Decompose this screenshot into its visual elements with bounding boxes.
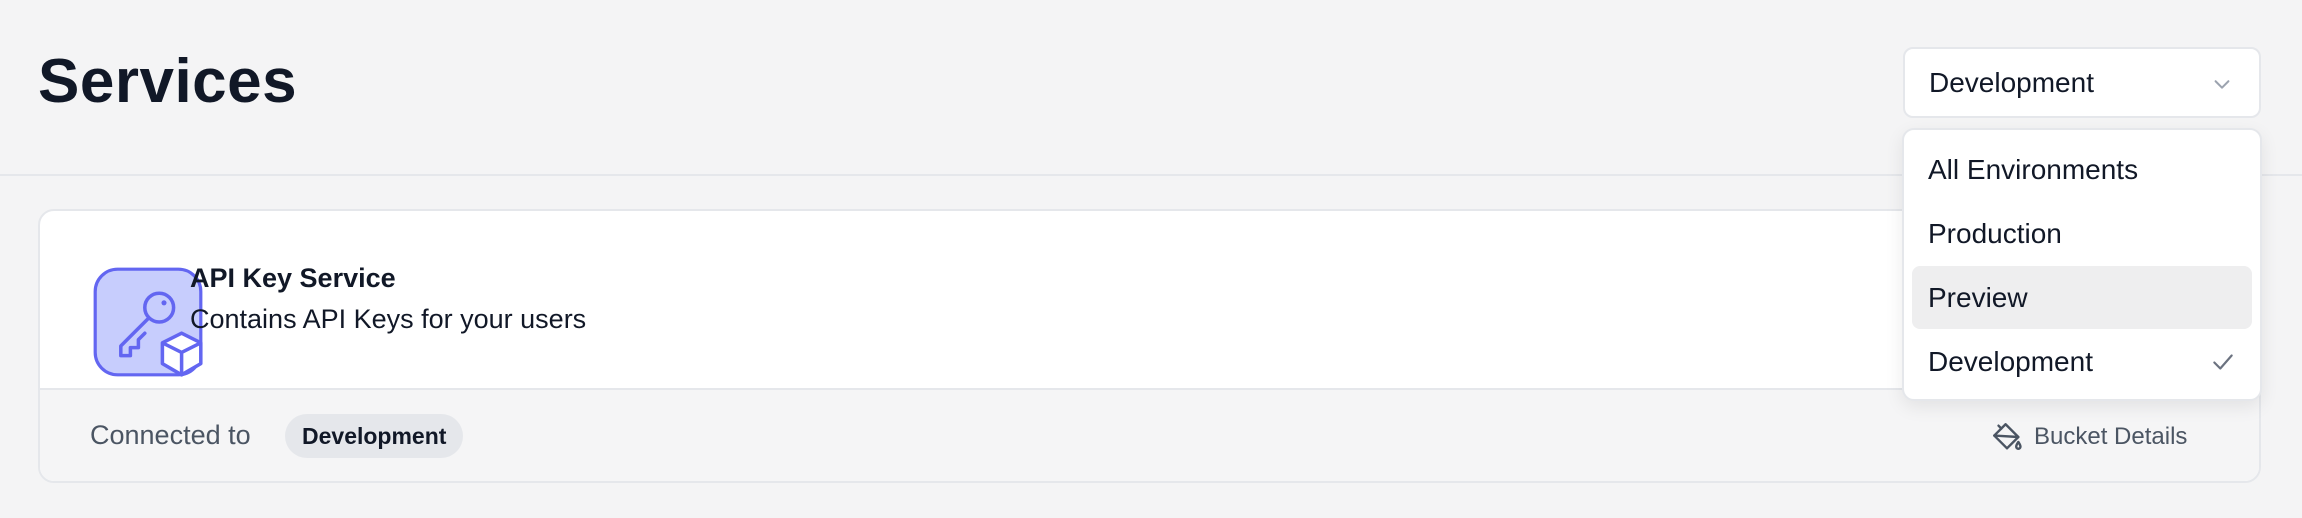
paint-bucket-icon: [1993, 423, 2022, 450]
dropdown-item-all-environments[interactable]: All Environments: [1912, 138, 2252, 201]
environment-dropdown-menu: All Environments Production Preview Deve…: [1902, 128, 2262, 401]
dropdown-item-preview[interactable]: Preview: [1912, 266, 2252, 329]
service-card-footer: Connected to Development Bucket Details: [40, 388, 2259, 481]
environment-badge: Development: [285, 414, 464, 458]
dropdown-item-label: Production: [1928, 217, 2062, 249]
dropdown-item-development[interactable]: Development: [1912, 330, 2252, 393]
connected-to-label: Connected to: [90, 420, 251, 450]
dropdown-item-label: All Environments: [1928, 153, 2139, 185]
check-icon: [2213, 354, 2233, 370]
environment-select[interactable]: Development: [1903, 47, 2261, 118]
dropdown-item-label: Development: [1928, 345, 2093, 377]
dropdown-item-production[interactable]: Production: [1912, 202, 2252, 265]
page-title: Services: [38, 47, 298, 116]
dropdown-item-label: Preview: [1928, 281, 2028, 313]
environment-select-value: Development: [1929, 66, 2094, 98]
bucket-details-link[interactable]: Bucket Details: [1990, 420, 2187, 454]
service-description: Contains API Keys for your users: [190, 304, 587, 334]
chevron-down-icon: [2214, 80, 2230, 89]
service-name: API Key Service: [190, 263, 396, 293]
bucket-details-label: Bucket Details: [2034, 423, 2188, 450]
